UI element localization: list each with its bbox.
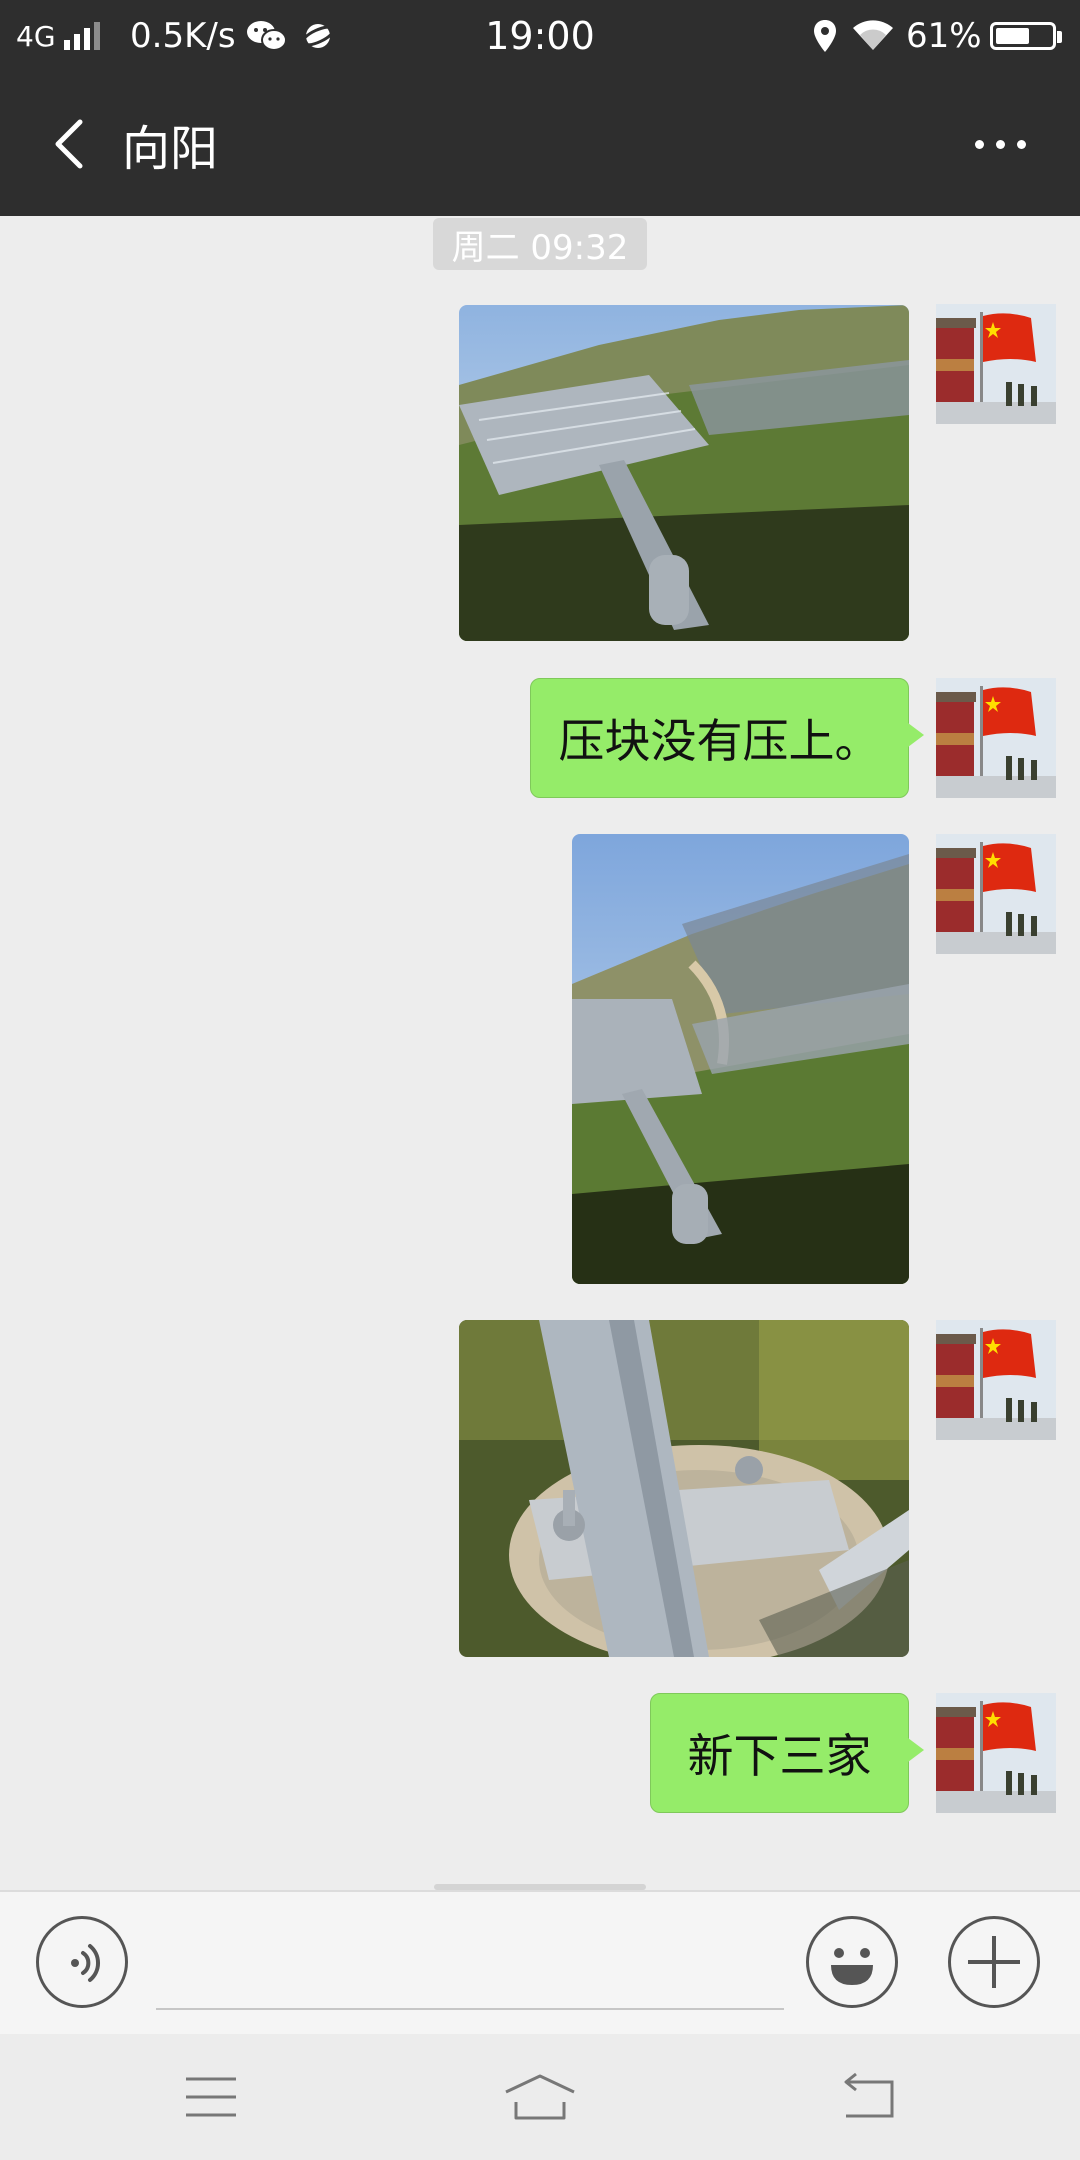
emoji-icon[interactable] [806, 1916, 898, 2008]
message-input[interactable] [156, 1922, 784, 2010]
flag-avatar[interactable] [936, 1320, 1056, 1440]
text-message-bubble[interactable]: 新下三家 [650, 1693, 924, 1813]
flag-avatar[interactable] [936, 834, 1056, 954]
solar-panel-photo [572, 834, 909, 1284]
more-icon[interactable] [960, 112, 1040, 176]
text-message-bubble[interactable]: 压块没有压上。 [530, 678, 924, 798]
return-icon[interactable] [818, 2054, 918, 2140]
location-icon [812, 0, 838, 72]
status-bar: 4G 0.5K/s 19:00 61% [0, 0, 1080, 72]
battery-percent: 61% [906, 16, 982, 56]
flag-avatar[interactable] [936, 1693, 1056, 1813]
back-icon[interactable] [40, 112, 104, 176]
message-list[interactable]: 周二 09:32 压块没有压上。 新下三家 [0, 216, 1080, 1890]
system-nav-bar [0, 2034, 1080, 2160]
plus-icon[interactable] [948, 1916, 1040, 2008]
pole-base-photo [459, 1320, 909, 1657]
home-icon[interactable] [490, 2054, 590, 2140]
battery-icon [990, 22, 1062, 50]
image-message[interactable] [572, 834, 909, 1284]
chat-header: 向阳 [0, 72, 1080, 216]
chat-title: 向阳 [122, 121, 219, 177]
menu-icon[interactable] [161, 2054, 261, 2140]
voice-icon[interactable] [36, 1916, 128, 2008]
wifi-icon [852, 0, 894, 72]
message-text: 新下三家 [687, 1729, 872, 1783]
message-text: 压块没有压上。 [558, 714, 881, 768]
message-timestamp: 周二 09:32 [433, 218, 647, 270]
message-input-bar [0, 1890, 1080, 2034]
image-message[interactable] [459, 1320, 909, 1657]
battery-level [996, 28, 1029, 44]
flag-avatar[interactable] [936, 678, 1056, 798]
solar-panel-photo [459, 305, 909, 641]
image-message[interactable] [459, 305, 909, 641]
flag-avatar[interactable] [936, 304, 1056, 424]
